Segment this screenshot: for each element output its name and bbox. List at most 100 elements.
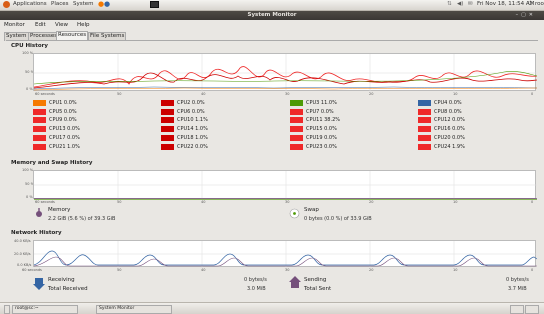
memory-value: 2.2 GiB (5.6 %) of 39.3 GiB xyxy=(48,216,116,222)
net-x-tick: 60 seconds xyxy=(22,268,42,272)
mail-icon[interactable]: ✉ xyxy=(468,1,473,7)
user-name[interactable]: root xyxy=(535,1,544,7)
network-history-lines xyxy=(33,241,538,268)
power-icon[interactable]: ⏻ xyxy=(528,1,532,8)
menu-system[interactable]: System xyxy=(73,1,94,7)
cpu-x-tick: 20 xyxy=(369,92,374,96)
cpu-color-swatch[interactable] xyxy=(418,126,431,133)
close-icon[interactable]: ✕ xyxy=(529,12,536,18)
cpu-color-swatch[interactable] xyxy=(418,108,431,115)
window-titlebar[interactable]: System Monitor –▢✕ xyxy=(0,11,544,20)
cpu-usage-label: CPU5 0.0% xyxy=(49,108,77,115)
cpu-usage-label: CPU18 1.0% xyxy=(177,134,208,141)
cpu-usage-label: CPU9 0.0% xyxy=(49,117,77,124)
net-y-tick: 0.0 KB/s xyxy=(17,263,32,267)
total-sent-label: Total Sent xyxy=(304,286,332,292)
net-x-tick: 50 xyxy=(117,268,122,272)
cpu-color-swatch[interactable] xyxy=(418,143,431,150)
cpu-history-lines xyxy=(33,54,538,92)
mem-y-tick: 0 % xyxy=(26,195,33,199)
network-history-graph xyxy=(33,240,538,268)
memory-history-heading: Memory and Swap History xyxy=(11,160,93,166)
cpu-history-graph xyxy=(33,53,538,92)
receiving-arrow-icon[interactable] xyxy=(33,276,45,290)
menu-places[interactable]: Places xyxy=(51,1,69,7)
terminal-icon[interactable] xyxy=(150,1,159,8)
cpu-usage-label: CPU8 0.0% xyxy=(434,108,462,115)
menu-help[interactable]: Help xyxy=(77,22,90,28)
mem-x-tick: 10 xyxy=(453,200,458,204)
memory-history-lines xyxy=(34,171,537,200)
cpu-usage-label: CPU17 0.0% xyxy=(49,134,80,141)
net-x-tick: 20 xyxy=(369,268,374,272)
cpu-color-swatch[interactable] xyxy=(33,134,46,141)
cpu-color-swatch[interactable] xyxy=(161,126,174,133)
cpu-usage-label: CPU11 38.2% xyxy=(306,117,341,124)
cpu-color-swatch[interactable] xyxy=(33,143,46,150)
cpu-color-swatch[interactable] xyxy=(33,126,46,133)
cpu-color-swatch[interactable] xyxy=(290,126,303,133)
memory-pie-icon[interactable] xyxy=(34,207,44,219)
total-sent-value: 3.7 MiB xyxy=(508,286,527,292)
cpu-usage-label: CPU2 0.0% xyxy=(177,100,205,106)
cpu-color-swatch[interactable] xyxy=(418,117,431,124)
cpu-x-tick: 10 xyxy=(453,92,458,96)
clock[interactable]: Fri Nov 18, 11:54 AM xyxy=(477,1,534,7)
volume-icon[interactable]: ◀) xyxy=(457,1,463,7)
menu-applications[interactable]: Applications xyxy=(13,1,47,7)
cpu-usage-label: CPU14 1.0% xyxy=(177,126,208,133)
maximize-icon[interactable]: ▢ xyxy=(521,12,529,18)
net-y-tick: 40.0 KB/s xyxy=(14,239,31,243)
window-controls[interactable]: –▢✕ xyxy=(516,12,536,18)
cpu-color-swatch[interactable] xyxy=(161,108,174,115)
net-x-tick: 10 xyxy=(453,268,458,272)
cpu-color-swatch[interactable] xyxy=(161,143,174,150)
cpu-color-swatch[interactable] xyxy=(33,108,46,115)
cpu-usage-label: CPU10 1.1% xyxy=(177,117,208,124)
tab-resources[interactable]: Resources xyxy=(56,31,89,40)
sending-label: Sending xyxy=(304,277,327,283)
cpu-color-swatch[interactable] xyxy=(161,134,174,141)
cpu-y-tick: 100 % xyxy=(22,51,34,55)
cpu-color-swatch[interactable] xyxy=(290,108,303,115)
cpu-color-swatch[interactable] xyxy=(418,134,431,141)
cpu-usage-label: CPU22 0.0% xyxy=(177,143,208,150)
cpu-color-swatch[interactable] xyxy=(33,117,46,124)
help-icon[interactable]: ● xyxy=(104,0,110,8)
cpu-usage-label: CPU15 0.0% xyxy=(306,126,337,133)
cpu-color-swatch[interactable] xyxy=(290,143,303,150)
swap-value: 0 bytes (0.0 %) of 33.9 GiB xyxy=(304,216,372,222)
cpu-color-swatch[interactable] xyxy=(161,117,174,124)
bottom-panel: root@sc:~ System Monitor xyxy=(0,302,544,314)
sending-rate: 0 bytes/s xyxy=(506,277,529,283)
network-icon[interactable]: ⇅ xyxy=(447,1,452,7)
net-x-tick: 40 xyxy=(201,268,206,272)
cpu-y-tick: 0 % xyxy=(26,87,33,91)
mem-x-tick: 50 xyxy=(117,200,122,204)
cpu-color-swatch[interactable] xyxy=(290,117,303,124)
cpu-usage-label: CPU19 0.0% xyxy=(306,134,337,141)
mem-x-tick: 40 xyxy=(201,200,206,204)
menu-edit[interactable]: Edit xyxy=(35,22,46,28)
sending-arrow-icon[interactable] xyxy=(289,276,301,290)
cpu-usage-label: CPU21 1.0% xyxy=(49,143,80,150)
cpu-color-swatch[interactable] xyxy=(161,100,174,106)
ubuntu-logo-icon[interactable] xyxy=(3,1,10,8)
menu-monitor[interactable]: Monitor xyxy=(4,22,25,28)
cpu-color-swatch[interactable] xyxy=(418,100,431,106)
menu-view[interactable]: View xyxy=(55,22,68,28)
network-history-heading: Network History xyxy=(11,230,62,236)
cpu-color-swatch[interactable] xyxy=(290,134,303,141)
cpu-usage-label: CPU6 0.0% xyxy=(177,108,205,115)
cpu-usage-label: CPU7 0.0% xyxy=(306,108,334,115)
cpu-usage-label: CPU24 1.9% xyxy=(434,143,465,150)
cpu-color-swatch[interactable] xyxy=(290,100,303,106)
mem-x-tick: 0 xyxy=(531,200,534,204)
total-received-label: Total Received xyxy=(48,286,88,292)
swap-pie-icon[interactable] xyxy=(289,208,300,219)
cpu-usage-label: CPU13 0.0% xyxy=(49,126,80,133)
receiving-rate: 0 bytes/s xyxy=(244,277,267,283)
mem-x-tick: 30 xyxy=(285,200,290,204)
net-x-tick: 0 xyxy=(531,268,534,272)
cpu-color-swatch[interactable] xyxy=(33,100,46,106)
